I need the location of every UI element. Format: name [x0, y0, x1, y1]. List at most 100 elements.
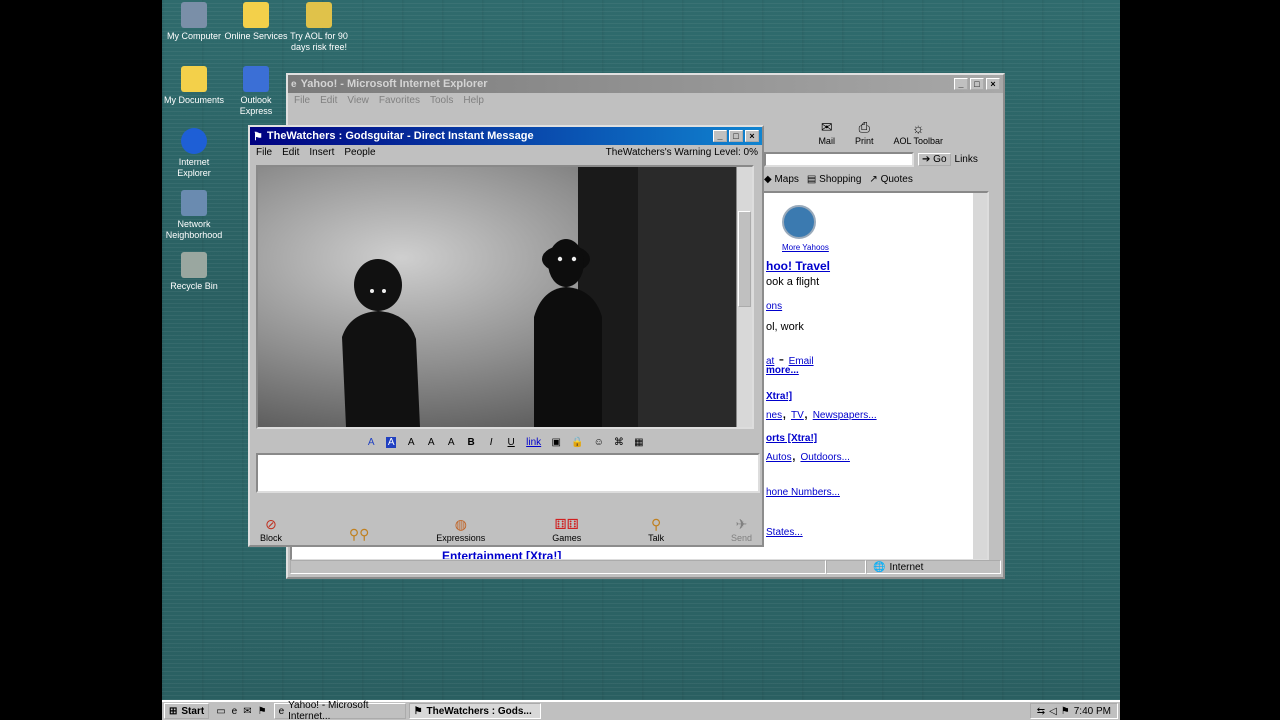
my-computer-shortcut[interactable]: My Computer — [162, 2, 226, 42]
menu-insert[interactable]: Insert — [309, 147, 334, 158]
menu-edit[interactable]: Edit — [320, 95, 337, 106]
minimize-button[interactable]: _ — [954, 78, 968, 90]
insert-image-icon[interactable]: ▣ — [551, 437, 561, 448]
close-button[interactable]: × — [745, 130, 759, 142]
recycle-bin-shortcut[interactable]: Recycle Bin — [162, 252, 226, 292]
minimize-button[interactable]: _ — [713, 130, 727, 142]
clock[interactable]: 7:40 PM — [1074, 706, 1111, 717]
menu-view[interactable]: View — [347, 95, 369, 106]
volume-tray-icon[interactable]: ◁ — [1049, 706, 1057, 717]
school-work-text: ol, work — [766, 321, 804, 333]
taskbar: ⊞ Start ▭ e ✉ ⚑ e Yahoo! - Microsoft Inter… — [162, 700, 1120, 720]
book-flight-text: ook a flight — [766, 276, 820, 288]
block-button[interactable]: ⊘ Block — [260, 516, 282, 543]
quick-launch: ▭ e ✉ ⚑ — [212, 703, 271, 719]
lock-icon[interactable]: 🔒 — [571, 437, 583, 448]
menu-tools[interactable]: Tools — [430, 95, 453, 106]
print-icon: ⎙ — [858, 119, 870, 135]
quotes-link[interactable]: ↗ Quotes — [869, 174, 912, 185]
ie-icon: e — [291, 78, 297, 90]
print-button[interactable]: ⎙ Print — [855, 119, 874, 146]
start-button[interactable]: ⊞ Start — [164, 703, 210, 719]
more-yahoos-link[interactable]: More Yahoos — [782, 243, 829, 252]
maximize-button[interactable]: □ — [970, 78, 984, 90]
talk-button[interactable]: ⚲ Talk — [648, 516, 664, 543]
talk-icon: ⚲ — [650, 516, 662, 532]
menu-edit[interactable]: Edit — [282, 147, 299, 158]
go-button[interactable]: ➔ Go — [918, 152, 951, 166]
link-button[interactable]: link — [526, 437, 541, 448]
italic-button[interactable]: I — [486, 437, 496, 448]
ie-title: Yahoo! - Microsoft Internet Explorer — [300, 78, 488, 90]
underline-button[interactable]: U — [506, 437, 516, 448]
buddies-button[interactable]: ⚲⚲ — [349, 526, 370, 543]
online-services-shortcut[interactable]: Online Services — [224, 2, 288, 42]
address-input[interactable] — [764, 151, 914, 167]
message-scrollbar[interactable] — [736, 167, 752, 427]
menu-file[interactable]: File — [256, 147, 272, 158]
increase-font-button[interactable]: A — [446, 437, 456, 448]
internet-explorer-shortcut[interactable]: Internet Explorer — [162, 128, 226, 179]
ie-quicklaunch-icon[interactable]: e — [232, 706, 238, 717]
decrease-font-button[interactable]: A — [406, 437, 416, 448]
maximize-button[interactable]: □ — [729, 130, 743, 142]
ie-icon: e — [278, 705, 285, 717]
ie-statusbar: 🌐 Internet — [290, 559, 1001, 575]
outlook-express-shortcut[interactable]: Outlook Express — [224, 66, 288, 117]
mail-icon: ✉ — [820, 119, 833, 135]
task-im[interactable]: ⚑ TheWatchers : Gods... — [408, 703, 541, 719]
text-color-button[interactable]: A — [366, 437, 376, 448]
tag-icon[interactable]: ⌘ — [614, 437, 624, 448]
ie-titlebar[interactable]: e Yahoo! - Microsoft Internet Explorer _… — [288, 75, 1003, 93]
folder-icon — [181, 66, 207, 92]
scrollbar-thumb[interactable] — [738, 211, 751, 307]
yahoo-travel-link[interactable]: hoo! Travel — [766, 259, 830, 273]
shared-photo — [258, 167, 736, 427]
message-input[interactable] — [256, 453, 760, 493]
aim-tray-icon[interactable]: ⚑ — [1061, 706, 1070, 717]
background-color-button[interactable]: A — [386, 436, 397, 448]
outlook-quicklaunch-icon[interactable]: ✉ — [243, 706, 251, 717]
windows-logo-icon: ⊞ — [169, 705, 178, 717]
mail-button[interactable]: ✉ Mail — [818, 119, 835, 146]
menu-help[interactable]: Help — [463, 95, 484, 106]
sports-link[interactable]: orts [Xtra!] — [766, 433, 817, 444]
network-tray-icon[interactable]: ⇆ — [1037, 706, 1045, 717]
photo-silhouettes — [342, 167, 736, 427]
ie-scrollbar[interactable] — [973, 193, 987, 559]
aol-trial-shortcut[interactable]: Try AOL for 90 days risk free! — [286, 2, 352, 53]
normal-font-button[interactable]: A — [426, 437, 436, 448]
shopping-link[interactable]: ▤ Shopping — [807, 174, 862, 185]
network-neighborhood-shortcut[interactable]: Network Neighborhood — [162, 190, 226, 241]
ons-link[interactable]: ons — [766, 301, 782, 312]
menu-people[interactable]: People — [344, 147, 375, 158]
states-link[interactable]: States... — [766, 527, 803, 538]
xtra-link[interactable]: Xtra!] — [766, 391, 792, 402]
menu-file[interactable]: File — [294, 95, 310, 106]
my-documents-shortcut[interactable]: My Documents — [162, 66, 226, 106]
menu-favorites[interactable]: Favorites — [379, 95, 420, 106]
send-button[interactable]: ✈ Send — [731, 516, 752, 543]
more-link[interactable]: more... — [766, 365, 799, 376]
smiley-icon[interactable]: ☺ — [594, 437, 604, 448]
aol-toolbar-icon: ☼ — [911, 120, 925, 136]
background-image-icon[interactable]: ▦ — [634, 437, 644, 448]
im-window: ⚑ TheWatchers : Godsguitar - Direct Inst… — [248, 125, 764, 547]
task-ie[interactable]: e Yahoo! - Microsoft Internet... — [273, 700, 406, 720]
expressions-button[interactable]: ◍ Expressions — [436, 516, 485, 543]
format-toolbar: A A A A A B I U link ▣ 🔒 ☺ ⌘ ▦ — [256, 433, 754, 451]
outlook-icon — [243, 66, 269, 92]
games-button[interactable]: ⚅⚅ Games — [552, 516, 581, 543]
system-tray: ⇆ ◁ ⚑ 7:40 PM — [1029, 703, 1118, 719]
ie-menubar: File Edit View Favorites Tools Help — [288, 93, 1003, 108]
aol-toolbar-button[interactable]: ☼ AOL Toolbar — [893, 120, 943, 146]
maps-link[interactable]: ◆ Maps — [764, 174, 799, 185]
aim-quicklaunch-icon[interactable]: ⚑ — [258, 706, 267, 717]
desktop-icon[interactable]: ▭ — [216, 706, 225, 717]
send-icon: ✈ — [735, 516, 748, 532]
phone-numbers-link[interactable]: hone Numbers... — [766, 487, 840, 498]
im-titlebar[interactable]: ⚑ TheWatchers : Godsguitar - Direct Inst… — [250, 127, 762, 145]
close-button[interactable]: × — [986, 78, 1000, 90]
links-button[interactable]: Links — [955, 154, 978, 165]
bold-button[interactable]: B — [466, 437, 476, 448]
